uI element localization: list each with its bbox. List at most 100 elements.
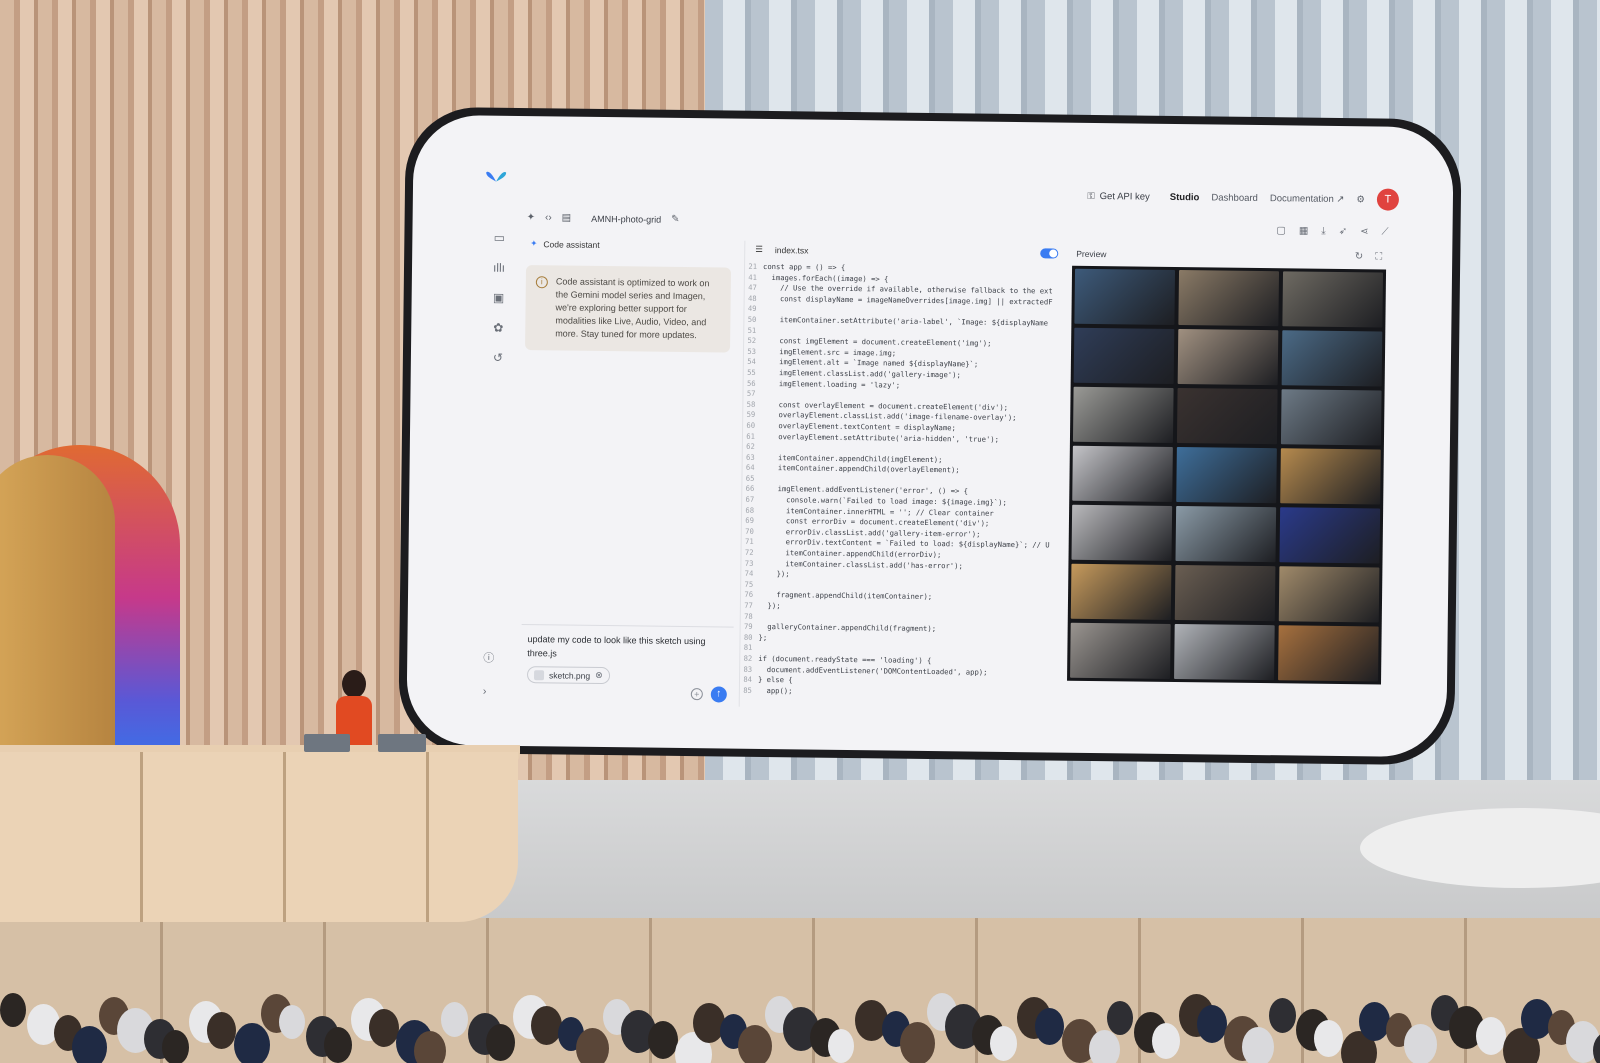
audience-head	[72, 1026, 107, 1063]
get-api-key-button[interactable]: ⚿ Get API key	[1079, 186, 1158, 206]
add-attachment-icon[interactable]: +	[690, 688, 703, 701]
photo-grid	[1067, 265, 1387, 685]
audience-head	[1107, 1001, 1133, 1035]
line-number: 41	[748, 272, 757, 282]
remove-attachment-icon[interactable]: ⊗	[595, 670, 603, 681]
gallery-photo[interactable]	[1174, 565, 1276, 622]
gallery-photo[interactable]	[1070, 622, 1171, 679]
line-number: 82	[743, 653, 753, 663]
studio-logo-icon	[486, 171, 507, 182]
gallery-photo[interactable]	[1280, 448, 1381, 505]
top-navigation: ⚿ Get API key Studio Dashboard Documenta…	[1079, 185, 1400, 211]
line-number: 51	[747, 325, 757, 335]
gallery-photo[interactable]	[1278, 566, 1380, 623]
stream-audio-icon[interactable]: ıllı	[491, 260, 507, 276]
assistant-notice: i Code assistant is optimized to work on…	[525, 265, 732, 353]
build-apps-icon[interactable]: ✿	[490, 320, 506, 336]
code-assistant-header: ✦ Code assistant	[526, 234, 738, 256]
diff-toggle[interactable]	[1040, 247, 1059, 259]
project-actions: ▢ ▦ ⤓ ➶ ⋖ ⟋	[1276, 225, 1388, 237]
line-number: 54	[747, 357, 756, 367]
line-text: } else {	[757, 675, 793, 685]
gallery-photo[interactable]	[1073, 327, 1175, 384]
project-name: AMNH-photo-grid	[591, 213, 662, 225]
code-lines[interactable]: 21 const app = () => {41 images.forEach((…	[740, 258, 1068, 700]
line-number: 78	[744, 611, 753, 621]
audience-head	[1242, 1027, 1274, 1063]
nav-dashboard-link[interactable]: Dashboard	[1211, 192, 1258, 204]
gallery-photo[interactable]	[1071, 504, 1173, 561]
audience-head	[486, 1024, 515, 1061]
podium	[0, 752, 518, 922]
gallery-photo[interactable]	[1176, 388, 1278, 445]
book-icon[interactable]: ▤	[562, 212, 572, 223]
external-link-icon: ↗	[1336, 193, 1345, 205]
audience-head	[900, 1022, 935, 1063]
code-off-icon[interactable]: ⟋	[1381, 227, 1388, 238]
media-generation-icon[interactable]: ▣	[491, 290, 507, 306]
prompt-input[interactable]: update my code to look like this sketch …	[527, 633, 727, 662]
line-number: 55	[747, 367, 756, 377]
line-number: 67	[745, 494, 755, 504]
nav-studio-link[interactable]: Studio	[1170, 191, 1200, 202]
side-rail-bottom: ⓘ ›	[483, 650, 495, 698]
expand-chevron-icon[interactable]: ›	[483, 686, 494, 698]
preview-panel: Preview ↻ ⛶	[1067, 245, 1387, 719]
line-number: 73	[744, 558, 754, 568]
line-number: 65	[745, 473, 755, 483]
download-icon[interactable]: ⤓	[1321, 226, 1326, 237]
deploy-rocket-icon[interactable]: ➶	[1339, 226, 1348, 237]
edit-pencil-icon[interactable]: ✎	[671, 214, 680, 225]
line-number: 52	[747, 335, 757, 346]
preview-title: Preview	[1076, 248, 1107, 259]
chat-icon[interactable]: ▭	[491, 230, 507, 246]
share-icon[interactable]: ⋖	[1360, 226, 1369, 237]
gallery-photo[interactable]	[1175, 506, 1277, 563]
gallery-photo[interactable]	[1072, 386, 1174, 443]
settings-gear-icon[interactable]: ⚙	[1356, 194, 1365, 205]
gallery-photo[interactable]	[1280, 389, 1382, 446]
get-api-key-label: Get API key	[1099, 190, 1150, 203]
copy-icon[interactable]: ▢	[1276, 225, 1286, 236]
gallery-photo[interactable]	[1282, 271, 1384, 328]
file-tree-icon[interactable]: ☰	[755, 244, 763, 255]
user-avatar[interactable]: T	[1376, 188, 1400, 211]
fullscreen-icon[interactable]: ⛶	[1375, 251, 1382, 262]
info-icon[interactable]: ⓘ	[483, 650, 494, 666]
audience-head	[369, 1009, 399, 1047]
line-number: 64	[745, 463, 755, 473]
nav-documentation-link[interactable]: Documentation ↗	[1270, 193, 1345, 205]
save-icon[interactable]: ▦	[1299, 225, 1309, 236]
gallery-photo[interactable]	[1072, 445, 1173, 502]
gallery-photo[interactable]	[1281, 330, 1383, 387]
gallery-photo[interactable]	[1070, 563, 1172, 620]
attachment-chip[interactable]: sketch.png ⊗	[526, 666, 610, 685]
refresh-icon[interactable]: ↻	[1355, 251, 1364, 262]
audience-head	[828, 1029, 854, 1063]
file-tab-index[interactable]: index.tsx	[775, 245, 809, 255]
audience-head	[738, 1025, 772, 1063]
line-number: 72	[744, 547, 754, 557]
sparkle-icon[interactable]: ✦	[527, 212, 536, 223]
gallery-photo[interactable]	[1174, 624, 1275, 681]
laptop-left	[304, 734, 350, 752]
audience-head	[1359, 1002, 1390, 1041]
gallery-photo[interactable]	[1074, 268, 1176, 325]
gallery-photo[interactable]	[1178, 270, 1280, 327]
history-icon[interactable]: ↺	[490, 350, 506, 366]
code-icon[interactable]: ‹›	[545, 212, 552, 223]
gallery-photo[interactable]	[1176, 447, 1277, 504]
send-button[interactable]: ↑	[710, 686, 727, 703]
line-number: 75	[744, 579, 754, 589]
audience-head	[1314, 1020, 1343, 1057]
line-number: 53	[747, 346, 757, 356]
line-text: imgElement.loading = 'lazy';	[761, 378, 901, 390]
gallery-photo[interactable]	[1278, 625, 1379, 682]
line-number: 71	[744, 537, 754, 547]
line-number: 66	[745, 484, 755, 494]
prompt-composer[interactable]: update my code to look like this sketch …	[520, 624, 734, 707]
audience-head	[990, 1026, 1017, 1061]
gallery-photo[interactable]	[1279, 507, 1381, 564]
gallery-photo[interactable]	[1177, 329, 1279, 386]
presentation-screen: ⚿ Get API key Studio Dashboard Documenta…	[398, 106, 1462, 766]
